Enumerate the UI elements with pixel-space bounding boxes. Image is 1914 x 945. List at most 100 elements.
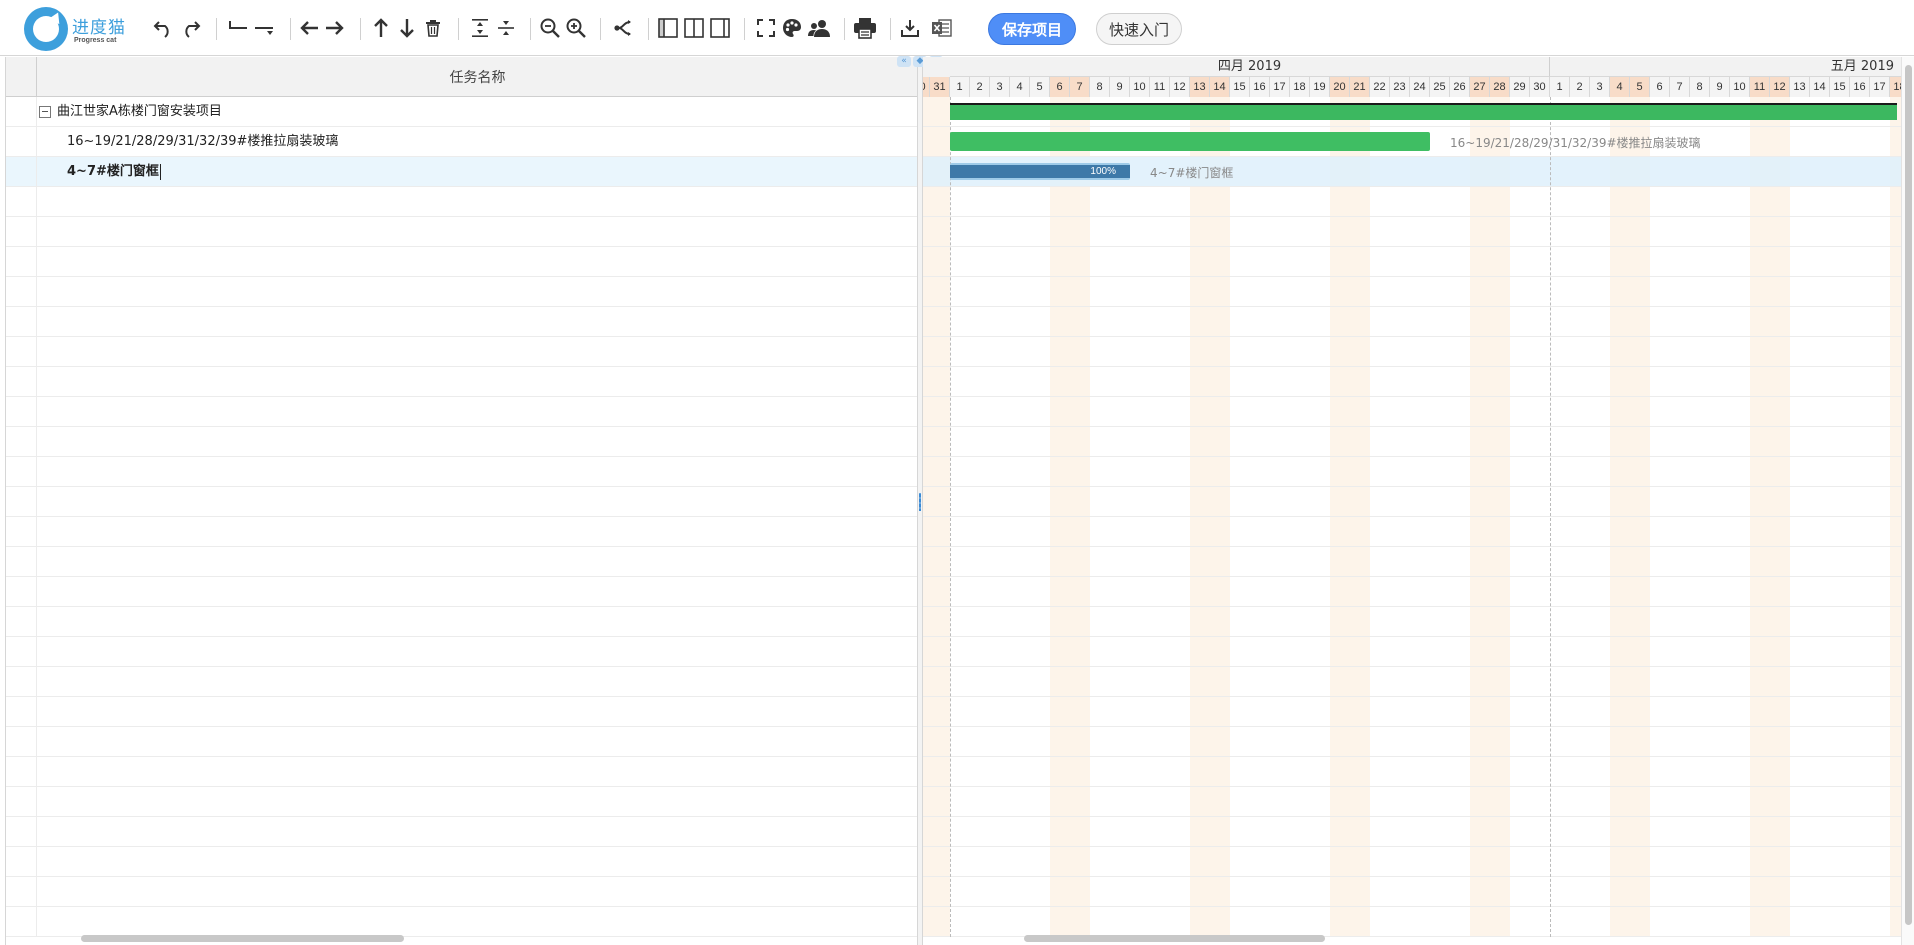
- link-icon[interactable]: [610, 14, 636, 42]
- table-row-empty[interactable]: [6, 217, 918, 247]
- table-row[interactable]: 16~19/21/28/29/31/32/39#楼推拉扇装玻璃: [6, 127, 918, 157]
- timeline-body[interactable]: 16~19/21/28/29/31/32/39#楼推拉扇装玻璃 100% 4~7#楼…: [923, 97, 1901, 937]
- timeline-row[interactable]: [923, 547, 1901, 577]
- day-cell: 8: [1690, 77, 1710, 97]
- table-row-empty[interactable]: [6, 757, 918, 787]
- table-row-empty[interactable]: [6, 817, 918, 847]
- table-row-empty[interactable]: [6, 517, 918, 547]
- table-row-empty[interactable]: [6, 307, 918, 337]
- table-row-empty[interactable]: [6, 337, 918, 367]
- trash-icon[interactable]: [422, 14, 444, 42]
- vertical-scrollbar-thumb[interactable]: [1905, 65, 1912, 925]
- table-row-empty[interactable]: [6, 697, 918, 727]
- timeline-row[interactable]: [923, 337, 1901, 367]
- palette-icon[interactable]: [780, 14, 804, 42]
- users-icon[interactable]: [806, 14, 832, 42]
- table-row-empty[interactable]: [6, 367, 918, 397]
- table-row-empty[interactable]: [6, 907, 918, 937]
- layout-both-icon[interactable]: [682, 14, 706, 42]
- progress-label: 100%: [1090, 166, 1116, 177]
- timeline-row[interactable]: [923, 397, 1901, 427]
- table-row-empty[interactable]: [6, 397, 918, 427]
- table-row[interactable]: 曲江世家A栋楼门窗安装项目: [6, 97, 918, 127]
- expand-rows-icon[interactable]: [468, 14, 492, 42]
- timeline-row[interactable]: [923, 787, 1901, 817]
- outdent-icon[interactable]: [226, 14, 250, 42]
- timeline-row[interactable]: [923, 877, 1901, 907]
- completed-task-bar[interactable]: 100%: [950, 163, 1130, 180]
- timeline-row[interactable]: [923, 307, 1901, 337]
- timeline-row[interactable]: [923, 757, 1901, 787]
- table-row-empty[interactable]: [6, 667, 918, 697]
- arrow-down-icon[interactable]: [396, 14, 418, 42]
- timeline-row[interactable]: [923, 217, 1901, 247]
- collapse-left-icon[interactable]: «: [897, 56, 911, 67]
- task-name-column-header[interactable]: 任务名称: [37, 57, 918, 97]
- table-row-empty[interactable]: [6, 577, 918, 607]
- task-name-cell[interactable]: 16~19/21/28/29/31/32/39#楼推拉扇装玻璃: [67, 127, 338, 157]
- timeline-row[interactable]: [923, 187, 1901, 217]
- timeline-row[interactable]: [923, 517, 1901, 547]
- save-project-button[interactable]: 保存项目: [988, 13, 1076, 45]
- timeline-row[interactable]: [923, 247, 1901, 277]
- timeline-row[interactable]: [923, 727, 1901, 757]
- table-row-empty[interactable]: [6, 637, 918, 667]
- table-row-empty[interactable]: [6, 877, 918, 907]
- task-bar[interactable]: [950, 132, 1430, 151]
- print-icon[interactable]: [852, 14, 878, 42]
- timeline-row[interactable]: [923, 277, 1901, 307]
- task-name-cell-editing[interactable]: 4~7#楼门窗框: [67, 157, 161, 187]
- table-row-selected[interactable]: 4~7#楼门窗框: [6, 157, 918, 187]
- summary-task-bar[interactable]: [950, 103, 1897, 120]
- day-cell: 8: [1090, 77, 1110, 97]
- grid-horizontal-scrollbar[interactable]: [81, 935, 404, 942]
- timeline-row[interactable]: [923, 457, 1901, 487]
- excel-icon[interactable]: [930, 14, 954, 42]
- timeline-row[interactable]: [923, 667, 1901, 697]
- timeline-row[interactable]: [923, 637, 1901, 667]
- table-row-empty[interactable]: [6, 427, 918, 457]
- splitter-grip-icon[interactable]: [919, 493, 921, 511]
- table-row-empty[interactable]: [6, 787, 918, 817]
- table-row-empty[interactable]: [6, 247, 918, 277]
- fullscreen-icon[interactable]: [754, 14, 778, 42]
- arrow-up-icon[interactable]: [370, 14, 392, 42]
- arrow-right-icon[interactable]: [322, 14, 346, 42]
- task-name-cell[interactable]: 曲江世家A栋楼门窗安装项目: [57, 97, 222, 127]
- indent-icon[interactable]: [252, 14, 276, 42]
- day-cell: 14: [1210, 77, 1230, 97]
- collapse-toggle-icon[interactable]: [39, 106, 51, 118]
- gantt-horizontal-scrollbar[interactable]: [1024, 935, 1325, 942]
- day-cell: 10: [1130, 77, 1150, 97]
- quick-start-button[interactable]: 快速入门: [1096, 13, 1182, 45]
- vertical-scrollbar[interactable]: [1901, 57, 1914, 945]
- timeline-row[interactable]: [923, 607, 1901, 637]
- day-cell: 12: [1170, 77, 1190, 97]
- layout-left-icon[interactable]: [656, 14, 680, 42]
- undo-icon[interactable]: [152, 14, 176, 42]
- layout-right-icon[interactable]: [708, 14, 732, 42]
- table-row-empty[interactable]: [6, 187, 918, 217]
- timeline-row[interactable]: [923, 817, 1901, 847]
- arrow-left-icon[interactable]: [298, 14, 322, 42]
- zoom-out-icon[interactable]: [538, 14, 562, 42]
- timeline-row[interactable]: [923, 907, 1901, 937]
- collapse-rows-icon[interactable]: [494, 14, 518, 42]
- table-row-empty[interactable]: [6, 547, 918, 577]
- table-row-empty[interactable]: [6, 487, 918, 517]
- zoom-in-icon[interactable]: [564, 14, 588, 42]
- grid-header: 任务名称: [6, 57, 918, 97]
- redo-icon[interactable]: [178, 14, 202, 42]
- table-row-empty[interactable]: [6, 277, 918, 307]
- timeline-row[interactable]: [923, 847, 1901, 877]
- timeline-row[interactable]: [923, 697, 1901, 727]
- table-row-empty[interactable]: [6, 457, 918, 487]
- timeline-row[interactable]: [923, 427, 1901, 457]
- timeline-row[interactable]: [923, 577, 1901, 607]
- table-row-empty[interactable]: [6, 727, 918, 757]
- table-row-empty[interactable]: [6, 847, 918, 877]
- timeline-row[interactable]: [923, 367, 1901, 397]
- download-icon[interactable]: [898, 14, 922, 42]
- timeline-row[interactable]: [923, 487, 1901, 517]
- table-row-empty[interactable]: [6, 607, 918, 637]
